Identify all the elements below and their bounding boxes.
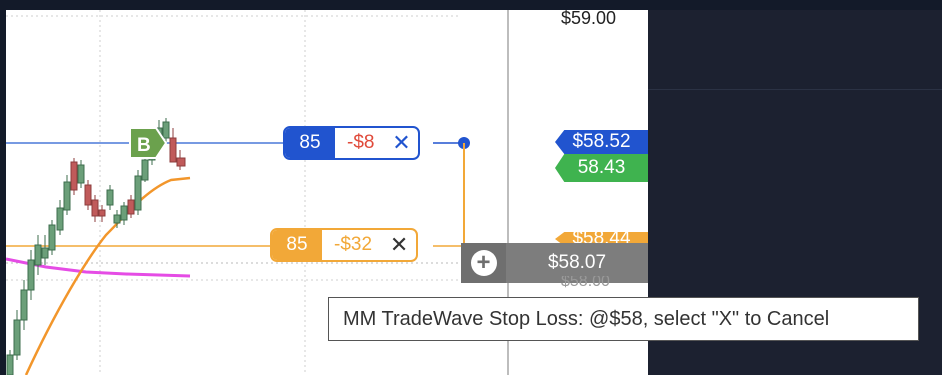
plus-icon: + [470,250,497,276]
close-icon[interactable]: ✕ [384,128,418,158]
blue-order-pnl: -$8 [347,132,375,153]
blue-order-price-label: $58.52 [555,130,648,154]
orange-order-tag[interactable]: 85 -$32 ✕ [270,228,419,262]
close-icon[interactable]: ✕ [382,230,416,260]
blue-order-tag[interactable]: 85 -$8 ✕ [283,126,421,160]
stop-loss-tooltip: MM TradeWave Stop Loss: @$58, select "X"… [328,297,919,341]
panel-divider [648,89,942,90]
orange-order-pnl: -$32 [334,234,373,255]
buy-marker-letter: B [137,135,151,156]
axis-price-top: $59.00 [561,10,617,28]
orange-order-qty: 85 [272,230,322,260]
axis-price-bottom: $58.00 [561,276,610,288]
last-price-label: 58.43 [555,154,648,182]
add-order-button[interactable]: + [461,243,506,283]
blue-order-qty: 85 [285,128,335,158]
